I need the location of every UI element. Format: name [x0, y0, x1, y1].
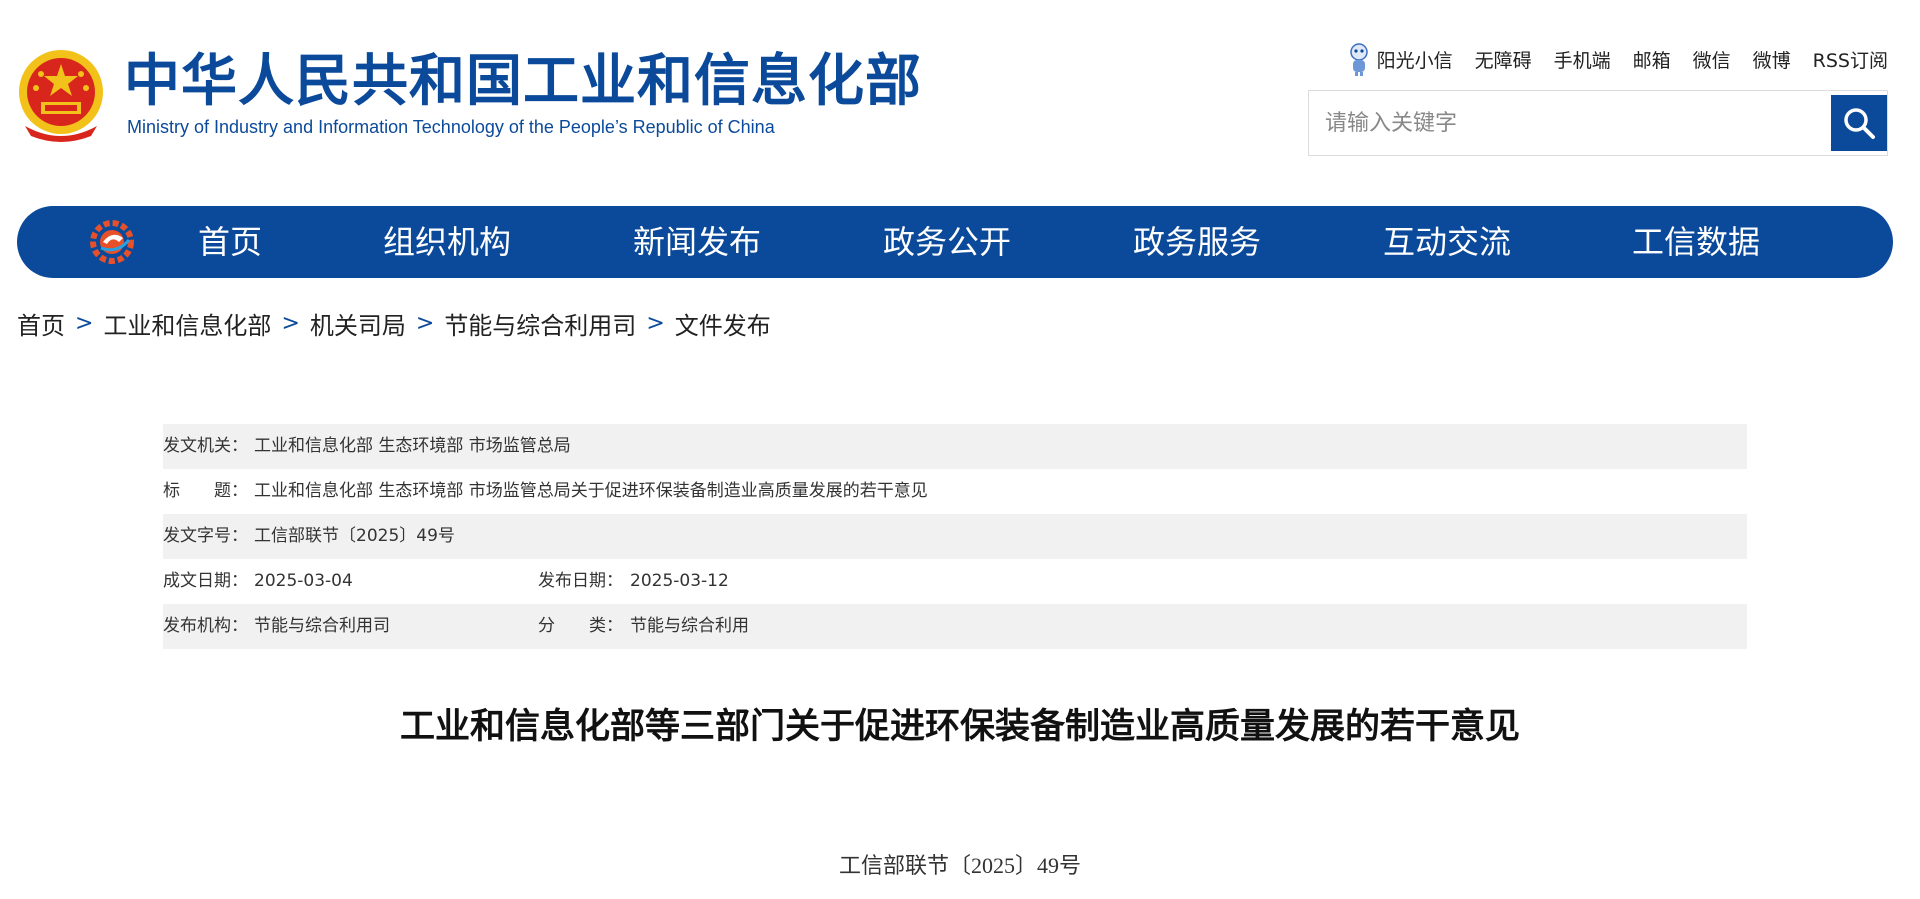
document-info-table: 发文机关： 工业和信息化部 生态环境部 市场监管总局 标 题： 工业和信息化部 … [163, 424, 1747, 649]
info-row-org: 发布机构： 节能与综合利用司 分 类： 节能与综合利用 [163, 604, 1747, 649]
title-label: 标 题： [163, 481, 248, 501]
top-link-label: 邮箱 [1632, 49, 1671, 72]
search-icon [1844, 108, 1875, 139]
docno-label: 发文字号： [163, 526, 248, 546]
breadcrumb-separator: > [281, 311, 300, 336]
site-header: 中华人民共和国工业和信息化部 Ministry of Industry and … [0, 0, 1920, 200]
site-subtitle: Ministry of Industry and Information Tec… [127, 117, 775, 137]
breadcrumb-documents[interactable]: 文件发布 [675, 306, 771, 341]
nav-item-interaction[interactable]: 互动交流 [1383, 206, 1511, 278]
top-link-rss[interactable]: RSS订阅 [1813, 46, 1888, 73]
breadcrumb-ministry[interactable]: 工业和信息化部 [103, 306, 271, 341]
top-link-weibo[interactable]: 微博 [1753, 46, 1791, 73]
search-input[interactable] [1309, 91, 1827, 155]
national-emblem-icon [19, 50, 103, 142]
nav-item-data[interactable]: 工信数据 [1632, 206, 1760, 278]
breadcrumb-home[interactable]: 首页 [17, 306, 65, 341]
issuer-label: 发文机关： [163, 436, 248, 456]
info-row-title: 标 题： 工业和信息化部 生态环境部 市场监管总局关于促进环保装备制造业高质量发… [163, 469, 1747, 514]
org-label: 发布机构： [163, 616, 248, 636]
top-link-mobile[interactable]: 手机端 [1554, 46, 1611, 73]
search-box [1308, 90, 1888, 156]
breadcrumb-departments[interactable]: 机关司局 [310, 306, 406, 341]
top-link-wechat[interactable]: 微信 [1693, 46, 1731, 73]
top-link-label: 微信 [1692, 49, 1731, 72]
top-link-label: 手机端 [1553, 49, 1611, 72]
top-link-email[interactable]: 邮箱 [1633, 46, 1671, 73]
breadcrumb: 首页 > 工业和信息化部 > 机关司局 > 节能与综合利用司 > 文件发布 [17, 306, 771, 341]
breadcrumb-separator: > [646, 311, 665, 336]
breadcrumb-energy-dept[interactable]: 节能与综合利用司 [444, 306, 636, 341]
title-value: 工业和信息化部 生态环境部 市场监管总局关于促进环保装备制造业高质量发展的若干意… [254, 481, 928, 501]
robot-assistant-icon [1349, 43, 1368, 76]
info-row-dates: 成文日期： 2025-03-04 发布日期： 2025-03-12 [163, 559, 1747, 604]
category-label: 分 类： [538, 616, 623, 636]
top-link-label: 无障碍 [1474, 49, 1532, 72]
nav-item-news[interactable]: 新闻发布 [633, 206, 761, 278]
breadcrumb-separator: > [75, 311, 94, 336]
nav-item-services[interactable]: 政务服务 [1133, 206, 1261, 278]
miit-gear-logo-icon [90, 220, 134, 264]
written-date-label: 成文日期： [163, 571, 248, 591]
issuer-value: 工业和信息化部 生态环境部 市场监管总局 [254, 436, 571, 456]
info-row-docno: 发文字号： 工信部联节〔2025〕49号 [163, 514, 1747, 559]
category-value: 节能与综合利用 [630, 616, 749, 636]
site-title: 中华人民共和国工业和信息化部 [124, 49, 922, 114]
search-button[interactable] [1831, 95, 1887, 151]
main-nav: 首页 组织机构 新闻发布 政务公开 政务服务 互动交流 工信数据 [17, 206, 1893, 278]
top-links: 阳光小信 无障碍 手机端 邮箱 微信 微博 RSS订阅 [1347, 42, 1888, 76]
article-title: 工业和信息化部等三部门关于促进环保装备制造业高质量发展的若干意见 [399, 707, 1520, 747]
top-link-sunshine[interactable]: 阳光小信 [1347, 42, 1453, 76]
breadcrumb-separator: > [415, 311, 435, 336]
published-date-value: 2025-03-12 [630, 571, 729, 591]
published-date-label: 发布日期： [538, 571, 623, 591]
info-row-issuer: 发文机关： 工业和信息化部 生态环境部 市场监管总局 [163, 424, 1747, 469]
top-link-label: 阳光小信 [1376, 49, 1453, 72]
top-link-label: RSS订阅 [1812, 49, 1888, 72]
nav-item-government-affairs[interactable]: 政务公开 [883, 206, 1011, 278]
top-link-accessibility[interactable]: 无障碍 [1475, 46, 1532, 73]
article-doc-number: 工信部联节〔2025〕49号 [838, 853, 1081, 878]
org-value: 节能与综合利用司 [254, 616, 390, 636]
top-link-label: 微博 [1752, 49, 1791, 72]
written-date-value: 2025-03-04 [254, 571, 353, 591]
nav-item-home[interactable]: 首页 [198, 206, 262, 278]
nav-item-organization[interactable]: 组织机构 [383, 206, 511, 278]
docno-value: 工信部联节〔2025〕49号 [254, 526, 455, 546]
